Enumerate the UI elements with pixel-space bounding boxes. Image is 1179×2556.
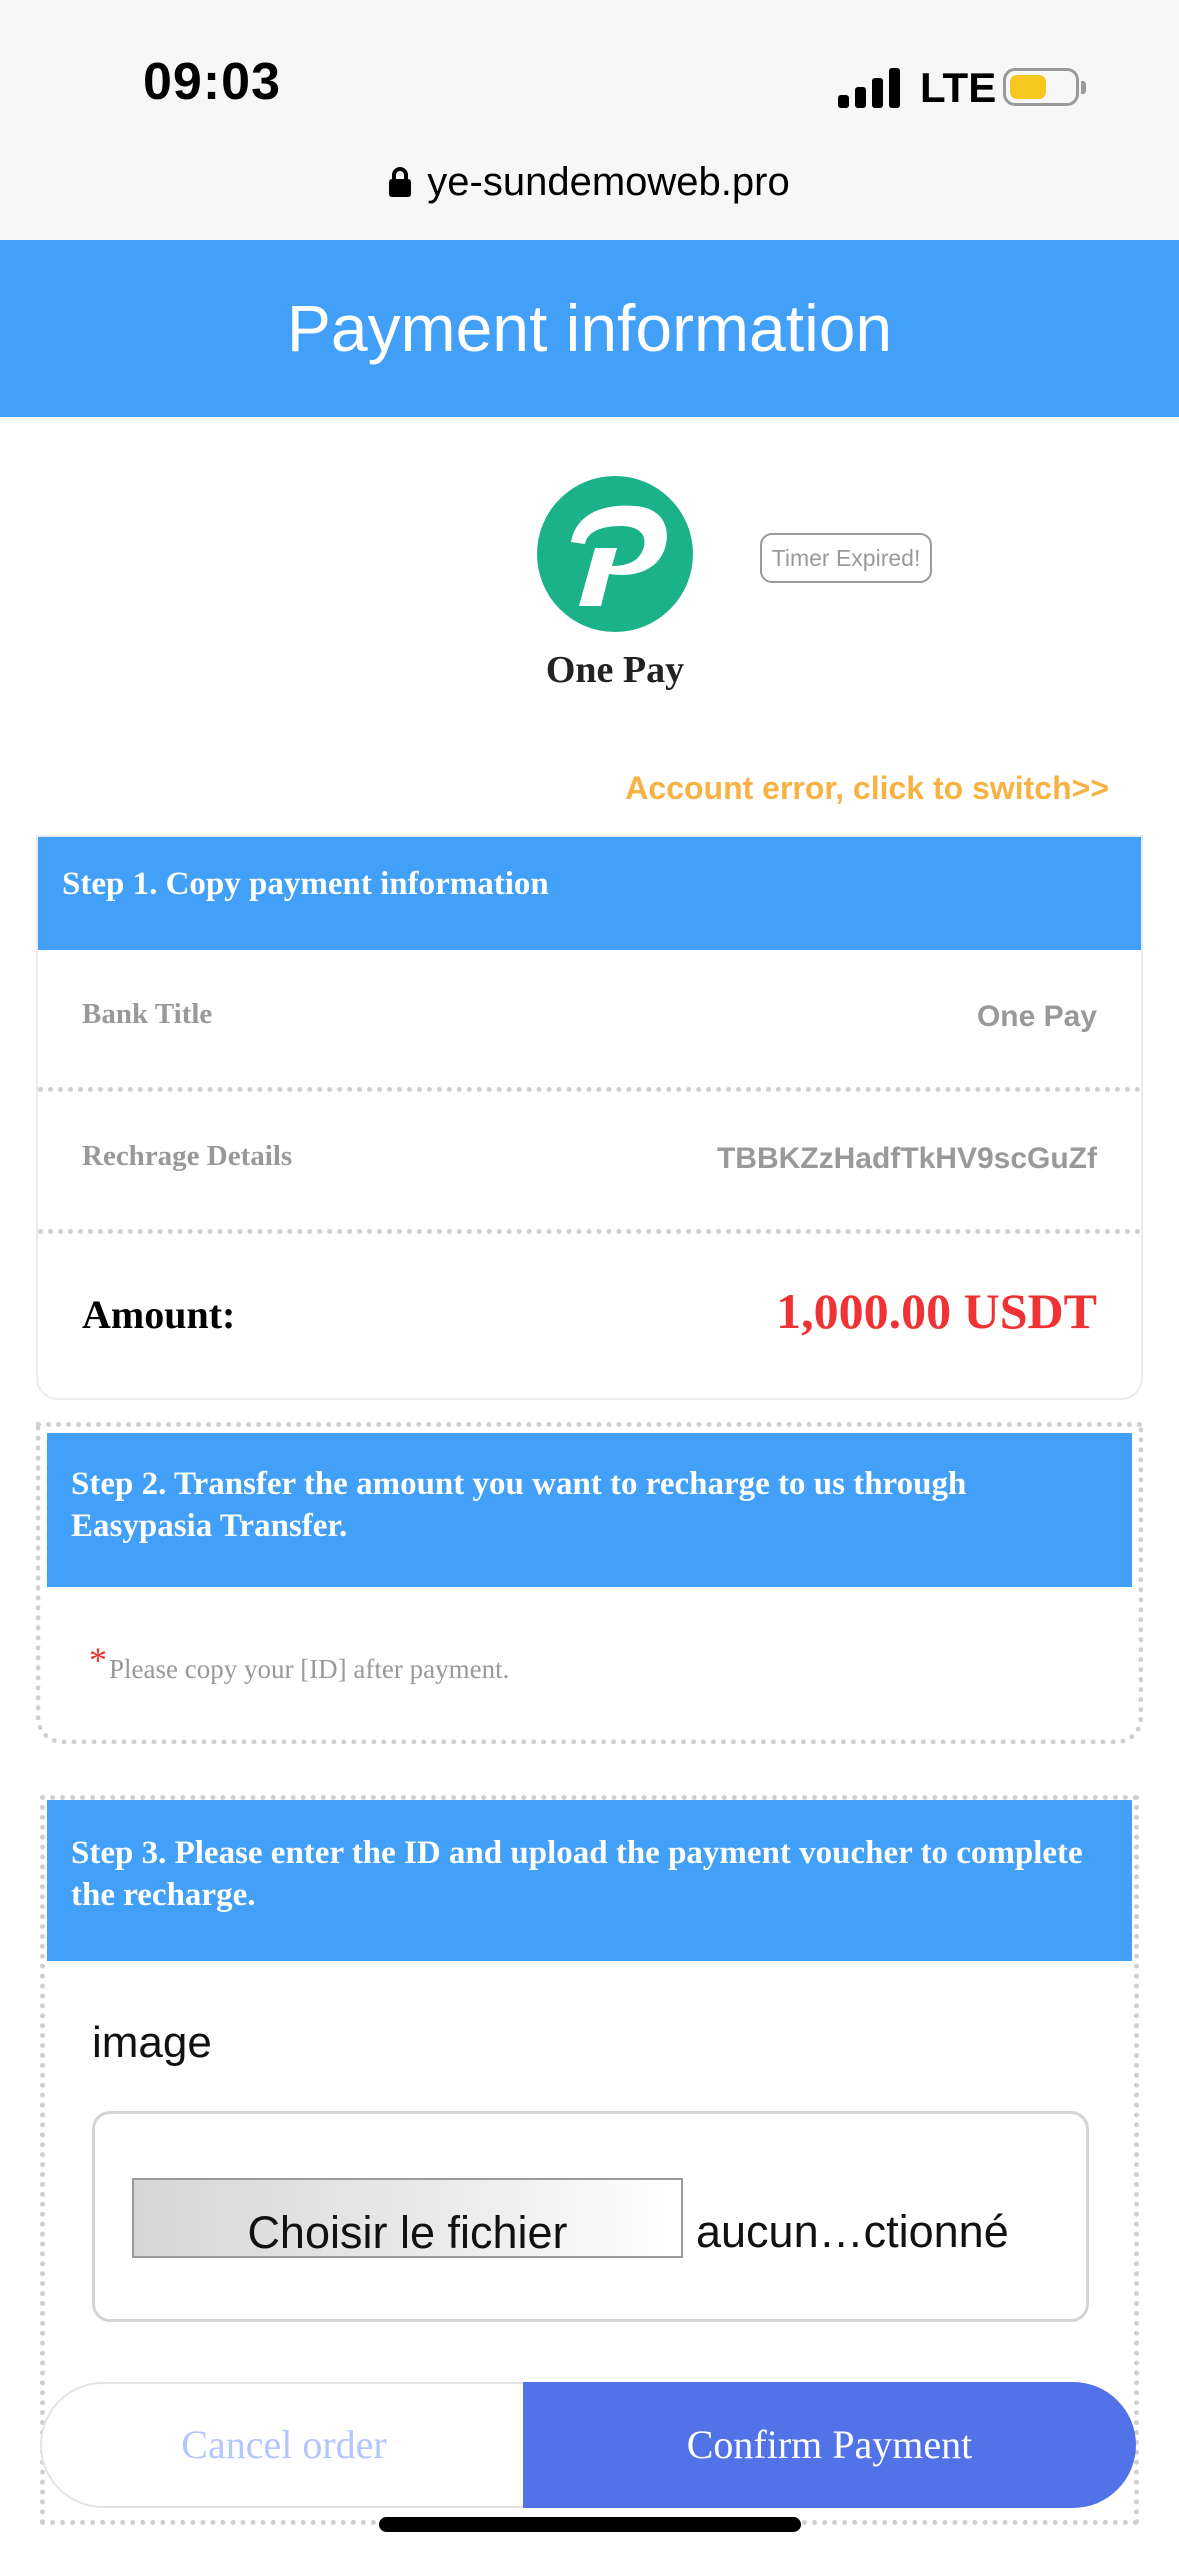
step3-title: Step 3. Please enter the ID and upload t… — [47, 1800, 1132, 1961]
step1-card: Step 1. Copy payment information Bank Ti… — [36, 835, 1143, 1400]
merchant-name: One Pay — [545, 649, 685, 691]
amount-value[interactable]: 1,000.00 USDT — [776, 1282, 1097, 1340]
amount-label: Amount: — [82, 1292, 236, 1337]
recharge-details-row[interactable]: Rechrage Details TBBKZzHadfTkHV9scGuZf — [38, 1092, 1141, 1234]
home-indicator[interactable] — [379, 2517, 801, 2532]
image-label: image — [92, 2018, 212, 2067]
bank-title-value[interactable]: One Pay — [977, 1000, 1097, 1034]
battery-tip — [1081, 81, 1086, 94]
upload-box: Choisir le fichier aucun…ctionné — [92, 2111, 1089, 2322]
timer-badge: Timer Expired! — [760, 533, 932, 583]
copy-id-note: *Please copy your [ID] after payment. — [89, 1640, 510, 1687]
clock: 09:03 — [143, 53, 281, 111]
battery-icon — [1003, 68, 1079, 106]
choose-file-button[interactable]: Choisir le fichier — [132, 2178, 683, 2258]
cellular-signal-icon — [838, 66, 900, 108]
network-type: LTE — [920, 64, 997, 111]
step1-title: Step 1. Copy payment information — [38, 837, 1141, 950]
one-pay-logo-icon — [537, 476, 693, 632]
lock-icon — [389, 167, 412, 197]
bank-title-label: Bank Title — [82, 998, 213, 1030]
bank-title-row[interactable]: Bank Title One Pay — [38, 950, 1141, 1092]
cancel-order-button[interactable]: Cancel order — [40, 2382, 528, 2508]
recharge-details-label: Rechrage Details — [82, 1140, 293, 1172]
confirm-payment-button[interactable]: Confirm Payment — [523, 2382, 1136, 2508]
file-status: aucun…ctionné — [696, 2206, 1009, 2257]
status-bar: 09:03 LTE ye-sundemoweb.pro — [0, 0, 1179, 240]
note-text: Please copy your [ID] after payment. — [109, 1654, 510, 1684]
step2-title: Step 2. Transfer the amount you want to … — [47, 1433, 1132, 1587]
recharge-details-value[interactable]: TBBKZzHadfTkHV9scGuZf — [717, 1142, 1097, 1176]
required-mark: * — [89, 1640, 107, 1680]
address-bar[interactable]: ye-sundemoweb.pro — [0, 160, 1179, 205]
switch-account-link[interactable]: Account error, click to switch>> — [625, 770, 1109, 807]
url-text: ye-sundemoweb.pro — [427, 160, 790, 204]
step2-card: Step 2. Transfer the amount you want to … — [36, 1422, 1143, 1744]
page-title: Payment information — [0, 240, 1179, 417]
